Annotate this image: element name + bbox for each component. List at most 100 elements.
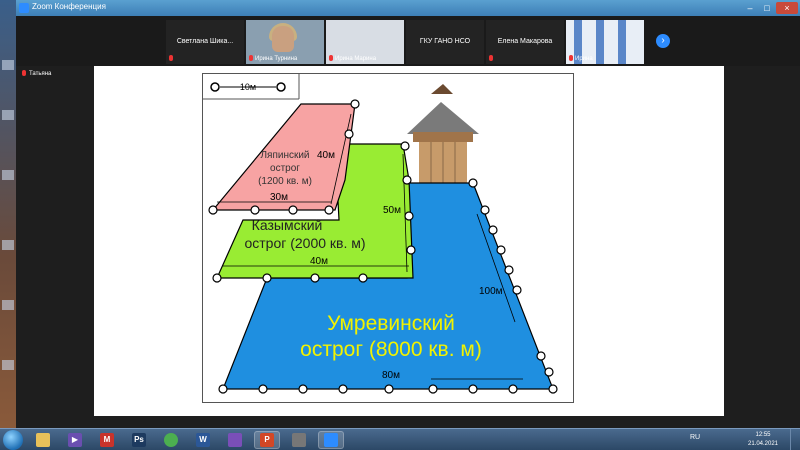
powerpoint-icon: P — [260, 433, 274, 447]
tower-marker — [504, 265, 514, 275]
muted-mic-icon — [22, 70, 26, 76]
app-icon — [228, 433, 242, 447]
chrome-icon — [164, 433, 178, 447]
tower-marker — [338, 384, 348, 394]
clock-date: 21.04.2021 — [747, 441, 779, 447]
window-title: Zoom Конференция — [32, 2, 106, 11]
tower-marker — [310, 273, 320, 283]
speaker-label: Татьяна — [22, 70, 51, 79]
speaker-name: Татьяна — [29, 71, 52, 77]
tower-marker — [428, 384, 438, 394]
tower-marker — [288, 205, 298, 215]
tower-overhang — [413, 132, 473, 142]
participant-name: Ирина — [575, 56, 593, 62]
title-bar[interactable]: Zoom Конференция – □ × — [16, 0, 800, 16]
mail-icon: M — [100, 433, 114, 447]
tower-marker — [208, 205, 218, 215]
participant-tile[interactable]: Ирина Турнина — [246, 20, 324, 64]
zoom-app-icon — [19, 3, 29, 13]
tower-marker — [298, 384, 308, 394]
tower-marker — [402, 175, 412, 185]
photoshop-icon: Ps — [132, 433, 146, 447]
participant-name: Елена Макарова — [497, 38, 553, 45]
language-indicator[interactable]: RU — [690, 434, 700, 441]
participant-tile[interactable]: Ирина Марина — [326, 20, 404, 64]
participant-tile[interactable]: Елена Макарова — [486, 20, 564, 64]
participant-tile[interactable]: Светлана Шика... — [166, 20, 244, 64]
lyapinsky-name: Ляпинский — [260, 150, 309, 161]
muted-mic-icon — [569, 55, 573, 61]
taskbar-app-explorer[interactable] — [30, 431, 56, 449]
lyapinsky-height-label: 40м — [317, 150, 335, 161]
tower-marker — [406, 245, 416, 255]
tower-marker — [344, 129, 354, 139]
umrevinsky-height-label: 100м — [479, 286, 503, 297]
umrevinsky-name-line2: острог (8000 кв. м) — [300, 338, 482, 361]
tower-marker — [384, 384, 394, 394]
show-desktop-button[interactable] — [790, 429, 800, 450]
start-button[interactable] — [3, 430, 23, 450]
kazymsky-name-line2: острог (2000 кв. м) — [244, 235, 365, 251]
tower-marker — [548, 384, 558, 394]
taskbar-app-media[interactable]: ▶ — [62, 431, 88, 449]
screen: Zoom Конференция – □ × Светлана Шика... … — [0, 0, 800, 450]
desktop-icon[interactable] — [2, 60, 14, 70]
windows-taskbar: ▶ M Ps W P RU 12:55 21.04.2021 — [0, 428, 800, 450]
tower-marker — [508, 384, 518, 394]
zoom-icon — [324, 433, 338, 447]
taskbar-app-photoshop[interactable]: Ps — [126, 431, 152, 449]
desktop-icon[interactable] — [2, 170, 14, 180]
participant-name: ГКУ ГАНО НСО — [419, 38, 471, 45]
tower-marker — [488, 225, 498, 235]
minimize-button[interactable]: – — [743, 2, 757, 14]
close-button[interactable]: × — [776, 2, 798, 14]
umrevinsky-width-label: 80м — [382, 370, 400, 381]
participant-tile[interactable]: Ирина — [566, 20, 644, 64]
scale-bar: 10м — [210, 82, 286, 92]
scale-start-dot — [210, 82, 220, 92]
desktop-icon[interactable] — [2, 110, 14, 120]
taskbar-app-powerpoint[interactable]: P — [254, 431, 280, 449]
scale-end-dot — [276, 82, 286, 92]
taskbar-app-chrome[interactable] — [158, 431, 184, 449]
maximize-button[interactable]: □ — [760, 2, 774, 14]
taskbar-app-zoom[interactable] — [318, 431, 344, 449]
wooden-tower-image — [407, 84, 479, 186]
forts-diagram: 10м Ляпинский острог (1200 кв. м) 30м 40… — [203, 74, 558, 394]
tower-marker — [212, 273, 222, 283]
muted-mic-icon — [489, 55, 493, 61]
folder-icon — [36, 433, 50, 447]
zoom-window: Zoom Конференция – □ × Светлана Шика... … — [16, 0, 800, 428]
scale-label: 10м — [240, 82, 256, 92]
umrevinsky-name: Умревинский — [327, 312, 455, 335]
kazymsky-name: Казымский — [252, 217, 323, 233]
shared-screen-slide: 10м Ляпинский острог (1200 кв. м) 30м 40… — [94, 66, 724, 416]
lyapinsky-width-label: 30м — [270, 192, 288, 203]
tower-marker — [350, 99, 360, 109]
microphone-icon — [292, 433, 306, 447]
system-clock[interactable]: 12:55 21.04.2021 — [740, 431, 786, 449]
tower-marker — [468, 384, 478, 394]
participant-gallery: Светлана Шика... Ирина Турнина Ирина Мар… — [16, 16, 800, 66]
muted-mic-icon — [329, 55, 333, 61]
kazymsky-height-label: 50м — [383, 205, 401, 216]
chevron-right-icon[interactable]: › — [656, 34, 670, 48]
diagram-board: 10м Ляпинский острог (1200 кв. м) 30м 40… — [202, 73, 574, 403]
desktop-icon[interactable] — [2, 300, 14, 310]
taskbar-app-mail[interactable]: M — [94, 431, 120, 449]
participant-name: Ирина Марина — [335, 56, 377, 62]
participant-name: Светлана Шика... — [176, 38, 234, 45]
desktop-icon[interactable] — [2, 360, 14, 370]
participant-video-face — [272, 26, 294, 52]
participant-tile[interactable]: ГКУ ГАНО НСО — [406, 20, 484, 64]
taskbar-app-tool[interactable] — [222, 431, 248, 449]
tower-marker — [358, 273, 368, 283]
lyapinsky-name-line2: острог — [270, 163, 300, 174]
kazymsky-width-label: 40м — [310, 256, 328, 267]
taskbar-app-word[interactable]: W — [190, 431, 216, 449]
tower-marker — [536, 351, 546, 361]
desktop-icon[interactable] — [2, 240, 14, 250]
taskbar-app-mic[interactable] — [286, 431, 312, 449]
muted-mic-icon — [249, 55, 253, 61]
tower-marker — [512, 285, 522, 295]
